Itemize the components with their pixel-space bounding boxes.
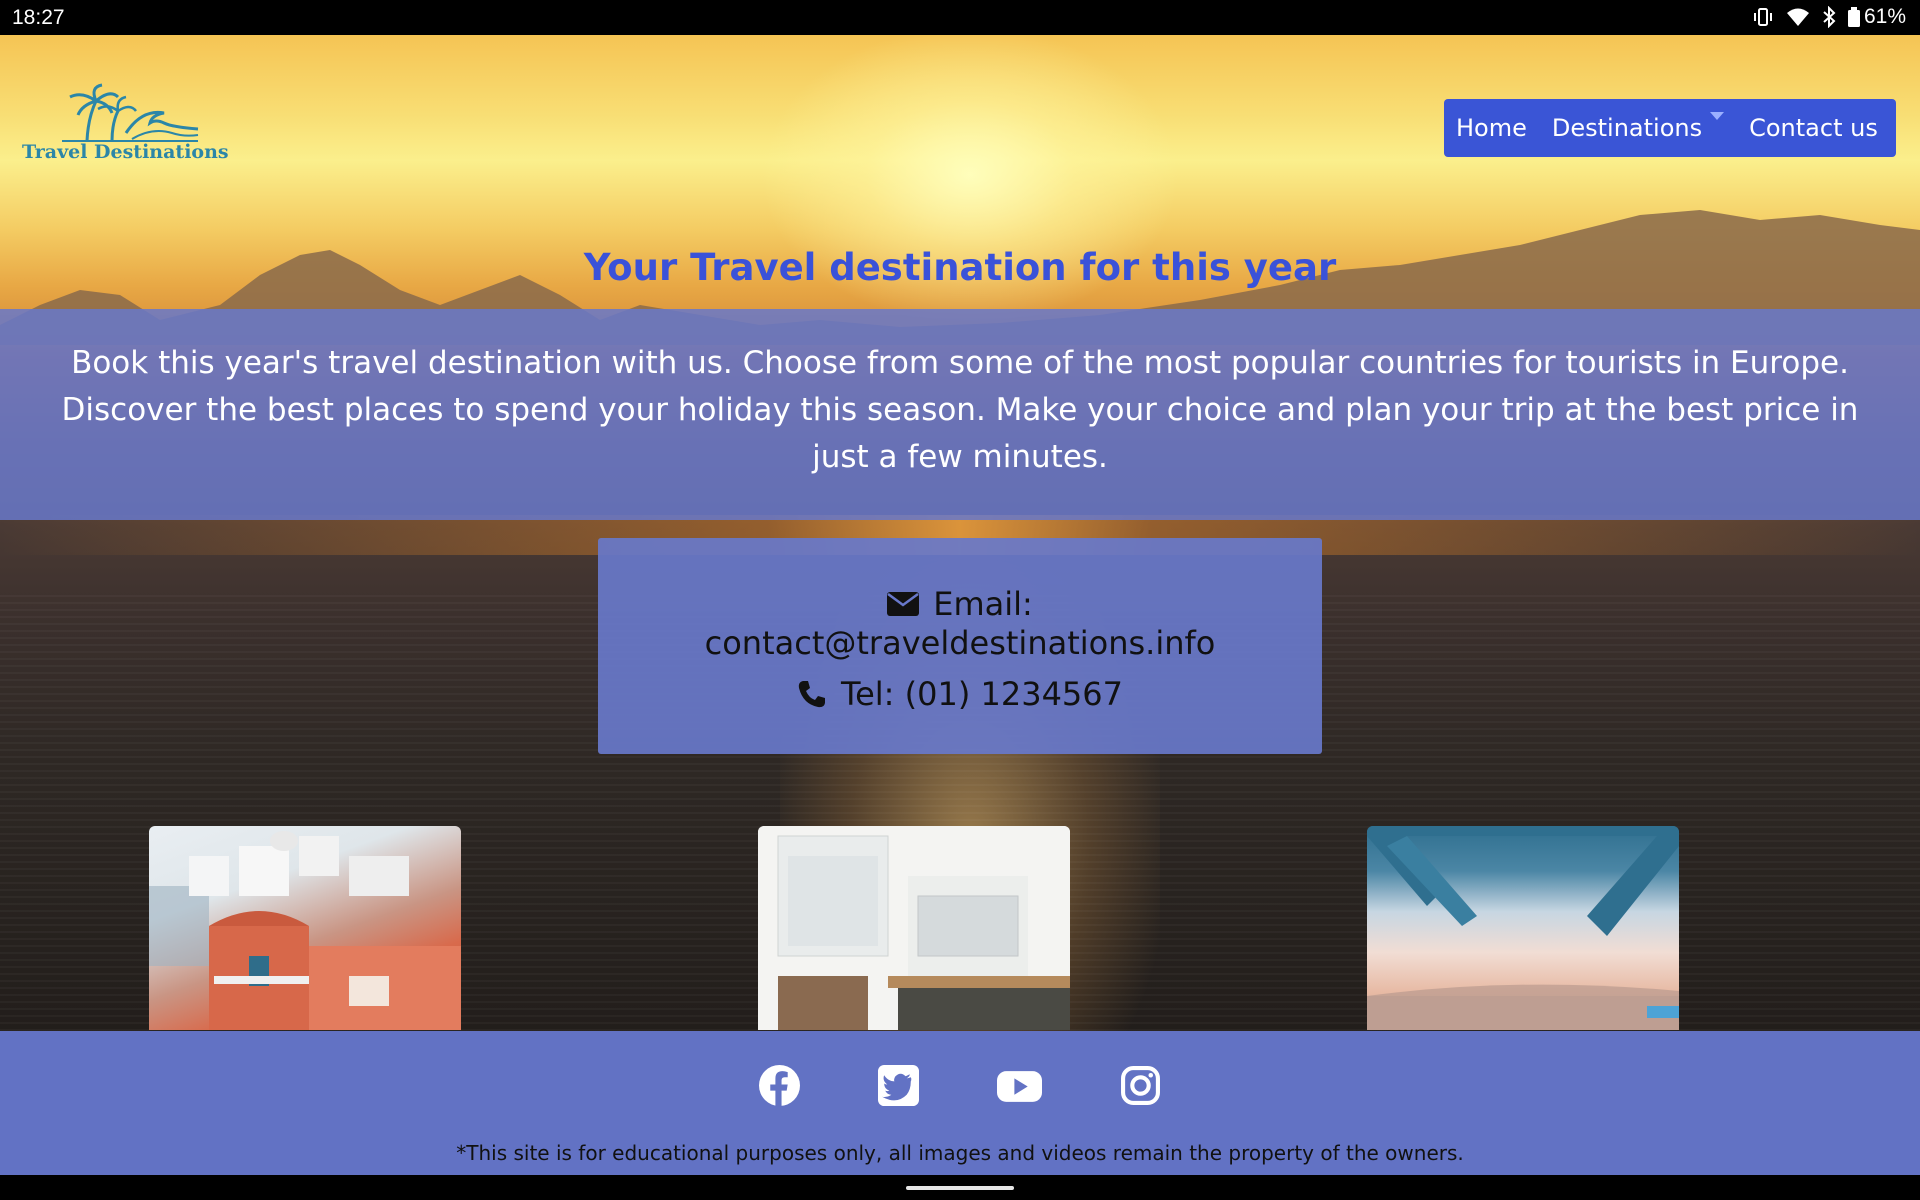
email-label: Email: [933,585,1033,623]
youtube-icon[interactable] [997,1065,1042,1106]
phone-icon [798,681,825,708]
status-time: 18:27 [12,6,65,29]
nav-contact-us[interactable]: Contact us [1749,114,1878,142]
battery-icon [1847,7,1860,27]
destination-photo-terrace[interactable] [1367,826,1679,1030]
villa-image [758,826,1070,1030]
page-title: Your Travel destination for this year [583,246,1337,289]
battery-level: 61% [1863,5,1906,28]
vibrate-icon [1753,8,1772,26]
destination-photo-santorini[interactable] [149,826,461,1030]
contact-box: Email: contact@traveldestinations.info T… [598,538,1322,754]
logo-text: Travel Destinations [22,141,229,163]
facebook-icon[interactable] [759,1065,800,1106]
site-footer: *This site is for educational purposes o… [0,1031,1920,1175]
instagram-icon[interactable] [1120,1065,1161,1106]
home-gesture-handle[interactable] [906,1186,1014,1190]
system-navigation-bar [0,1175,1920,1200]
terrace-image [1367,826,1679,1030]
email-address[interactable]: contact@traveldestinations.info [598,624,1322,662]
caret-down-icon [1710,112,1725,120]
nav-destinations-label: Destinations [1551,114,1703,142]
main-nav: Home Destinations Contact us [1444,99,1896,157]
wifi-icon [1786,8,1809,26]
status-icons: 61% [1752,5,1906,29]
contact-email-row: Email: [598,585,1322,623]
destination-photo-villa[interactable] [758,826,1070,1030]
battery-indicator: 61% [1847,5,1906,29]
site-logo[interactable]: Travel Destinations [22,83,242,173]
palm-wave-icon [62,83,199,142]
footer-disclaimer: *This site is for educational purposes o… [456,1141,1464,1165]
santorini-image [149,831,461,1030]
tel-number[interactable]: Tel: (01) 1234567 [841,675,1123,713]
contact-tel-row: Tel: (01) 1234567 [598,675,1322,713]
twitter-icon[interactable] [878,1065,919,1106]
nav-home[interactable]: Home [1456,114,1527,142]
social-links [0,1065,1920,1106]
status-bar: 18:27 61% [0,0,1920,35]
nav-destinations[interactable]: Destinations [1551,112,1725,142]
bluetooth-icon [1823,6,1836,28]
intro-text: Book this year's travel destination with… [61,345,1859,475]
page: Travel Destinations Home Destinations Co… [0,35,1920,1175]
envelope-icon [887,592,920,616]
